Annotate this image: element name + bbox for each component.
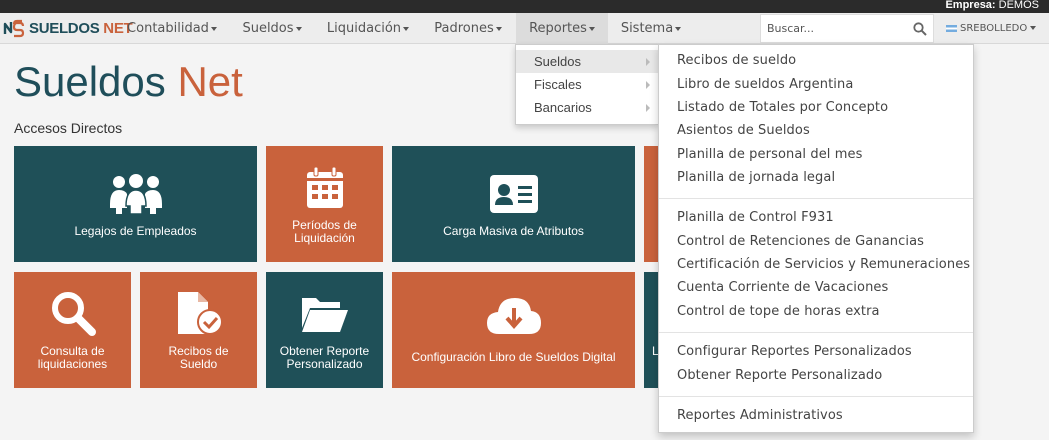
menu-item-totales-concepto[interactable]: Listado de Totales por Concepto [659, 97, 973, 119]
user-menu[interactable]: SREBOLLEDO [946, 13, 1037, 44]
company-label: Empresa: [945, 0, 996, 11]
page-title-part-1: Sueldos [14, 58, 166, 105]
nav-padrones[interactable]: Padrones [424, 13, 512, 44]
tile-carga-masiva[interactable]: Carga Masiva de Atributos [392, 146, 635, 262]
tile-label-line-2: Sueldo [179, 357, 218, 371]
menu-item-libro-sueldos[interactable]: Libro de sueldos Argentina [659, 74, 973, 96]
user-name: SREBOLLEDO [960, 23, 1028, 34]
submenu-item-fiscales[interactable]: Fiscales [516, 73, 658, 96]
menu-item-configurar-reportes[interactable]: Configurar Reportes Personalizados [659, 341, 973, 363]
app-logo[interactable]: SUELDOS NET [3, 14, 133, 43]
logo-mark-icon [3, 19, 25, 37]
file-check-icon [140, 290, 257, 338]
nav-reportes[interactable]: Reportes [516, 13, 608, 44]
id-card-icon [392, 174, 635, 214]
menu-item-control-f931[interactable]: Planilla de Control F931 [659, 207, 973, 229]
tile-label: Legajos de Empleados [74, 224, 197, 238]
menu-divider [659, 396, 973, 397]
submenu-item-label: Fiscales [534, 77, 582, 92]
page-title-part-2: Net [177, 58, 243, 105]
tile-recibos[interactable]: Recibos de Sueldo [140, 272, 257, 388]
company-indicator: Empresa: DEMOS [945, 0, 1039, 11]
tile-label: Consulta de liquidaciones [18, 345, 127, 371]
search-box [760, 14, 934, 43]
caret-down-icon [403, 26, 410, 31]
nav-reportes-label: Reportes [529, 21, 587, 36]
caret-down-icon [588, 26, 595, 31]
nav-sistema[interactable]: Sistema [610, 13, 692, 44]
tile-label: Configuración Libro de Sueldos Digital [411, 350, 616, 364]
reportes-submenu: Sueldos Fiscales Bancarios [515, 44, 659, 125]
sueldos-reports-dropdown: Recibos de sueldo Libro de sueldos Argen… [658, 44, 974, 433]
nav-sueldos-label: Sueldos [242, 21, 294, 36]
tile-label: Carga Masiva de Atributos [443, 224, 584, 238]
logo-word-1: SUELDOS [29, 20, 100, 37]
tile-periodos[interactable]: Períodos de Liquidación [266, 146, 383, 262]
menu-divider [659, 198, 973, 199]
nav-liquidacion-label: Liquidación [326, 21, 402, 36]
cloud-download-icon [392, 294, 635, 338]
tile-label: Períodos de Liquidación [270, 219, 379, 245]
folder-open-icon [266, 294, 383, 334]
caret-down-icon [210, 26, 217, 31]
nav-sistema-label: Sistema [620, 21, 674, 36]
nav-contabilidad[interactable]: Contabilidad [118, 13, 226, 44]
menu-divider [659, 332, 973, 333]
tile-label-line-2: liquidaciones [37, 357, 108, 371]
tile-label: Recibos de Sueldo [144, 345, 253, 371]
menu-item-planilla-personal[interactable]: Planilla de personal del mes [659, 144, 973, 166]
tile-consulta[interactable]: Consulta de liquidaciones [14, 272, 131, 388]
submenu-item-bancarios[interactable]: Bancarios [516, 96, 658, 119]
menu-item-asientos[interactable]: Asientos de Sueldos [659, 120, 973, 142]
tile-label-line-2: Liquidación [294, 231, 355, 245]
nav-contabilidad-label: Contabilidad [127, 21, 209, 36]
tile-label-line-2: Personalizado [286, 357, 363, 371]
top-bar: Empresa: DEMOS [0, 0, 1049, 13]
menu-item-planilla-jornada[interactable]: Planilla de jornada legal [659, 167, 973, 189]
caret-down-icon [495, 26, 502, 31]
menu-item-certificacion-servicios[interactable]: Certificación de Servicios y Remuneracio… [659, 254, 973, 276]
tile-legajos[interactable]: Legajos de Empleados [14, 146, 257, 262]
submenu-item-label: Bancarios [534, 100, 592, 115]
main-navbar: SUELDOS NET Contabilidad Sueldos Liquida… [0, 13, 1049, 44]
menu-item-tope-horas-extra[interactable]: Control de tope de horas extra [659, 301, 973, 323]
nav-liquidacion[interactable]: Liquidación [318, 13, 418, 44]
argentina-flag-icon [946, 24, 957, 32]
chevron-right-icon [646, 104, 650, 112]
submenu-item-sueldos[interactable]: Sueldos [516, 50, 658, 73]
tile-obtener-reporte[interactable]: Obtener Reporte Personalizado [266, 272, 383, 388]
page-title: Sueldos Net [14, 56, 243, 108]
chevron-right-icon [646, 81, 650, 89]
menu-item-obtener-reporte[interactable]: Obtener Reporte Personalizado [659, 365, 973, 387]
menu-item-reportes-administrativos[interactable]: Reportes Administrativos [659, 405, 973, 427]
caret-down-icon [295, 26, 302, 31]
menu-item-cuenta-vacaciones[interactable]: Cuenta Corriente de Vacaciones [659, 277, 973, 299]
nav-padrones-label: Padrones [434, 21, 494, 36]
nav-sueldos[interactable]: Sueldos [232, 13, 312, 44]
section-title: Accesos Directos [14, 120, 123, 136]
tile-label: Obtener Reporte Personalizado [270, 345, 379, 371]
submenu-item-label: Sueldos [534, 54, 581, 69]
menu-item-recibos-sueldo[interactable]: Recibos de sueldo [659, 50, 973, 72]
chevron-right-icon [646, 58, 650, 66]
caret-down-icon [675, 26, 682, 31]
search-icon [14, 290, 131, 336]
search-input[interactable] [761, 15, 901, 42]
users-icon [14, 174, 257, 214]
tile-libro-digital[interactable]: Configuración Libro de Sueldos Digital [392, 272, 635, 388]
menu-item-retenciones-ganancias[interactable]: Control de Retenciones de Ganancias [659, 231, 973, 253]
search-icon[interactable] [913, 22, 927, 36]
company-name: DEMOS [998, 0, 1039, 11]
caret-down-icon [1030, 26, 1037, 30]
calendar-icon [266, 166, 383, 210]
